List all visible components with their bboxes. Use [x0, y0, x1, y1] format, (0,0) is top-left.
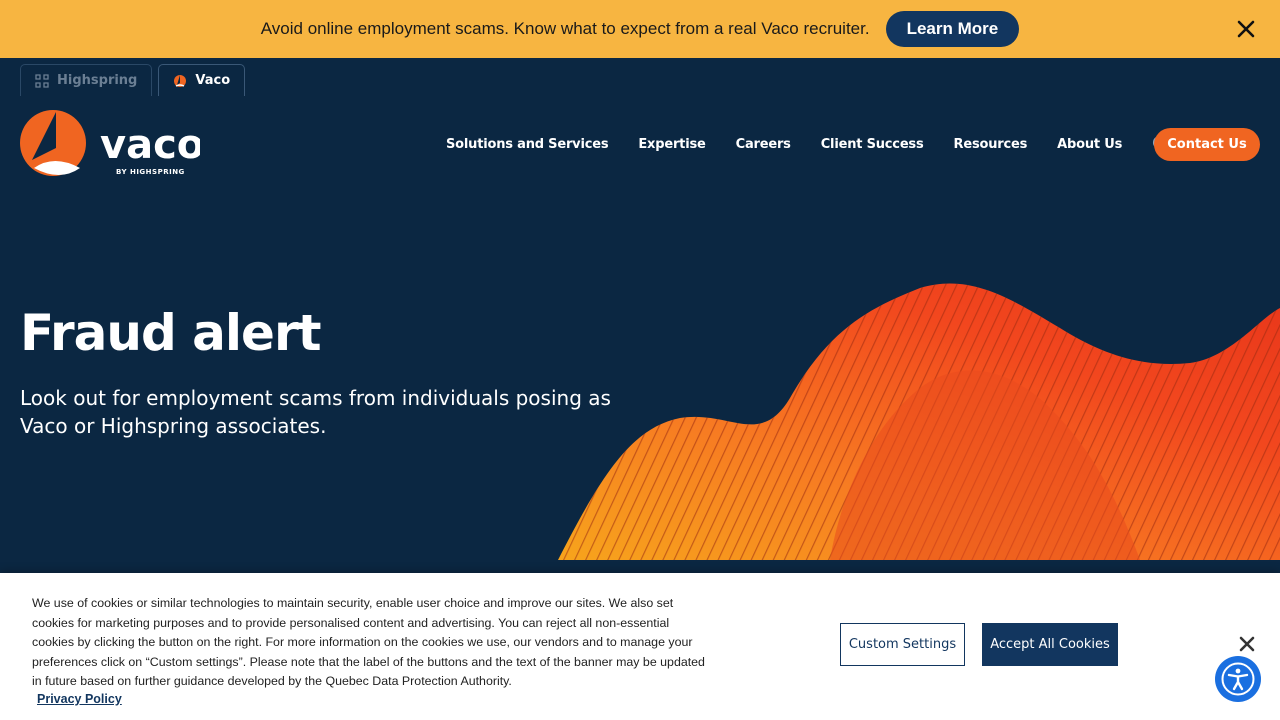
- accessibility-icon: [1221, 662, 1255, 696]
- nav-item-careers[interactable]: Careers: [736, 137, 791, 152]
- nav-item-solutions[interactable]: Solutions and Services: [446, 137, 609, 152]
- brand-tab-highspring[interactable]: Highspring: [20, 64, 153, 96]
- announcement-text: Avoid online employment scams. Know what…: [260, 19, 870, 38]
- cookie-text: We use of cookies or similar technologie…: [32, 596, 705, 689]
- nav-item-resources[interactable]: Resources: [954, 137, 1028, 152]
- site-header: Highspring Vaco vaco BY HIGHSPRING Solut…: [0, 58, 1280, 560]
- contact-us-button[interactable]: Contact Us: [1154, 128, 1260, 161]
- brand-tab-label: Highspring: [57, 73, 138, 88]
- logo-tagline: BY HIGHSPRING: [116, 168, 185, 176]
- hero-title: Fraud alert: [20, 304, 321, 362]
- brand-tab-vaco[interactable]: Vaco: [158, 64, 246, 96]
- learn-more-button[interactable]: Learn More: [885, 11, 1020, 47]
- brand-tab-label: Vaco: [195, 73, 231, 88]
- logo-word: vaco: [100, 122, 200, 168]
- close-icon[interactable]: [1238, 635, 1256, 653]
- announcement-bar: Avoid online employment scams. Know what…: [0, 0, 1280, 58]
- hero-decorative-ribbon: [558, 283, 1280, 560]
- cookie-banner: We use of cookies or similar technologie…: [0, 573, 1280, 720]
- nav-item-about-us[interactable]: About Us: [1057, 137, 1122, 152]
- vaco-logo[interactable]: vaco BY HIGHSPRING: [20, 110, 200, 180]
- accessibility-button[interactable]: [1215, 656, 1261, 702]
- brand-tabs: Highspring Vaco: [20, 64, 246, 96]
- privacy-policy-link[interactable]: Privacy Policy: [37, 692, 122, 706]
- custom-settings-button[interactable]: Custom Settings: [840, 623, 965, 666]
- nav-item-expertise[interactable]: Expertise: [638, 137, 705, 152]
- close-icon[interactable]: [1234, 17, 1258, 41]
- accept-all-cookies-button[interactable]: Accept All Cookies: [982, 623, 1118, 666]
- nav-item-client-success[interactable]: Client Success: [821, 137, 924, 152]
- main-nav: Solutions and Services Expertise Careers…: [446, 128, 1244, 160]
- highspring-icon: [35, 73, 49, 88]
- vaco-mark-icon: [174, 74, 187, 87]
